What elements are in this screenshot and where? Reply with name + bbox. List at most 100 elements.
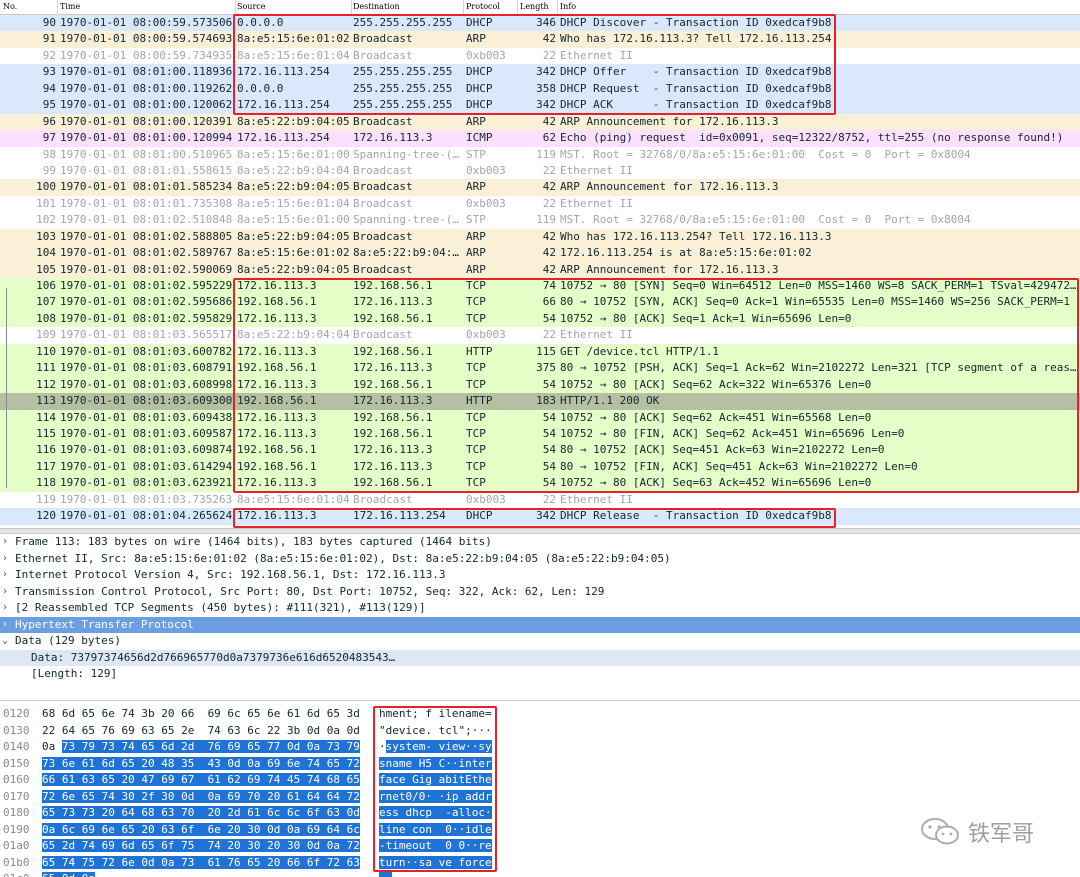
collapsed-arrow-icon[interactable]: › — [2, 600, 12, 617]
ascii-bytes[interactable]: ess dhcp -alloc· — [379, 805, 492, 822]
ascii-bytes[interactable]: -timeout 0 0··re — [379, 838, 492, 855]
col-header-time[interactable]: Time — [60, 2, 80, 11]
ascii-bytes[interactable]: "device. tcl";··· — [379, 723, 492, 740]
packet-row[interactable]: 108 1970-01-01 08:01:02.595829 172.16.113.… — [0, 310, 1080, 328]
ascii-bytes[interactable]: ·system- view··sy — [379, 739, 492, 756]
hex-bytes[interactable]: 0a 6c 69 6e 65 20 63 6f 6e 20 30 0d 0a 6… — [42, 822, 360, 839]
packet-row[interactable]: 96 1970-01-01 08:01:00.120391 8a:e5:22:b9:… — [0, 113, 1080, 131]
col-header-no[interactable]: No. — [3, 2, 17, 11]
packet-source: 8a:e5:22:b9:04:05 — [237, 180, 350, 194]
ascii-bytes[interactable]: hment; f ilename= — [379, 706, 492, 723]
packet-bytes-pane[interactable]: 0120 68 6d 65 6e 74 3b 20 66 69 6c 65 6e … — [0, 706, 1080, 877]
collapsed-arrow-icon[interactable]: › — [2, 584, 12, 601]
hex-bytes[interactable]: 22 64 65 76 69 63 65 2e 74 63 6c 22 3b 0… — [42, 723, 360, 740]
ascii-bytes[interactable]: rnet0/0· ·ip addr — [379, 789, 492, 806]
packet-row[interactable]: 106 1970-01-01 08:01:02.595229 172.16.113.… — [0, 278, 1080, 295]
hex-segment: 73 6e 61 6d 65 20 48 35 43 0d 0a 69 6e 7… — [42, 756, 360, 770]
collapsed-arrow-icon[interactable]: › — [2, 617, 12, 634]
hex-bytes[interactable]: 73 6e 61 6d 65 20 48 35 43 0d 0a 69 6e 7… — [42, 756, 360, 773]
detail-tree-item[interactable]: › Frame 113: 183 bytes on wire (1464 bits… — [0, 534, 1080, 551]
packet-destination: 172.16.113.3 — [353, 394, 433, 408]
packet-row[interactable]: 116 1970-01-01 08:01:03.609874 192.168.56.… — [0, 442, 1080, 459]
ascii-bytes[interactable]: ·· — [379, 871, 393, 877]
packet-row[interactable]: 113 1970-01-01 08:01:03.609300 192.168.56.… — [0, 393, 1080, 410]
packet-row[interactable]: 97 1970-01-01 08:01:00.120994 172.16.113.2… — [0, 130, 1080, 147]
detail-tree-item[interactable]: › Ethernet II, Src: 8a:e5:15:6e:01:02 (8a… — [0, 551, 1080, 568]
col-header-length[interactable]: Length — [520, 2, 549, 11]
packet-row[interactable]: 98 1970-01-01 08:01:00.510965 8a:e5:15:6e:… — [0, 146, 1080, 163]
packet-details-tree[interactable]: › Frame 113: 183 bytes on wire (1464 bits… — [0, 534, 1080, 690]
hex-bytes[interactable]: 65 0d 0a — [42, 871, 95, 877]
packet-row[interactable]: 93 1970-01-01 08:01:00.118936 172.16.113.2… — [0, 64, 1080, 81]
col-divider[interactable] — [57, 0, 58, 15]
hex-offset: 0190 — [3, 822, 30, 836]
detail-tree-item[interactable]: › [2 Reassembled TCP Segments (450 bytes)… — [0, 600, 1080, 617]
col-divider[interactable] — [463, 0, 464, 15]
packet-row[interactable]: 90 1970-01-01 08:00:59.573506 0.0.0.0 255.2… — [0, 15, 1080, 32]
packet-length: 22 — [542, 196, 556, 210]
packet-row[interactable]: 110 1970-01-01 08:01:03.600782 172.16.113.… — [0, 343, 1080, 361]
hex-bytes[interactable]: 65 74 75 72 6e 0d 0a 73 61 76 65 20 66 6… — [42, 855, 360, 872]
col-divider[interactable] — [557, 0, 558, 15]
ascii-segment: line con 0··idle — [379, 822, 492, 836]
packet-no: 98 — [42, 147, 56, 161]
detail-tree-item[interactable]: › Hypertext Transfer Protocol — [0, 616, 1080, 634]
collapsed-arrow-icon[interactable]: › — [2, 567, 12, 584]
packet-no: 100 — [36, 180, 56, 194]
packet-row[interactable]: 100 1970-01-01 08:01:01.585234 8a:e5:22:b9… — [0, 179, 1080, 196]
packet-row[interactable]: 103 1970-01-01 08:01:02.588805 8a:e5:22:b9… — [0, 228, 1080, 246]
packet-protocol: ARP — [466, 246, 486, 260]
packet-length: 54 — [542, 377, 556, 391]
packet-no: 119 — [36, 492, 56, 506]
col-divider[interactable] — [235, 0, 236, 15]
packet-row[interactable]: 115 1970-01-01 08:01:03.609587 172.16.113.… — [0, 425, 1080, 443]
packet-row[interactable]: 99 1970-01-01 08:01:01.558615 8a:e5:22:b9:… — [0, 162, 1080, 180]
hex-bytes[interactable]: 66 61 63 65 20 47 69 67 61 62 69 74 45 7… — [42, 772, 360, 789]
ascii-segment: turn··sa ve force — [379, 855, 492, 869]
packet-info: Who has 172.16.113.254? Tell 172.16.113.… — [560, 229, 832, 243]
col-divider[interactable] — [517, 0, 518, 15]
detail-tree-label: [2 Reassembled TCP Segments (450 bytes):… — [15, 601, 426, 614]
collapsed-arrow-icon[interactable]: › — [2, 551, 12, 568]
expanded-arrow-icon[interactable]: ⌄ — [2, 633, 12, 650]
hex-bytes[interactable]: 68 6d 65 6e 74 3b 20 66 69 6c 65 6e 61 6… — [42, 706, 360, 723]
detail-tree-item[interactable]: › Transmission Control Protocol, Src Port… — [0, 584, 1080, 601]
col-divider[interactable] — [351, 0, 352, 15]
detail-tree-item[interactable]: › Internet Protocol Version 4, Src: 192.1… — [0, 567, 1080, 584]
packet-row[interactable]: 112 1970-01-01 08:01:03.608998 172.16.113.… — [0, 376, 1080, 394]
packet-row[interactable]: 120 1970-01-01 08:01:04.265624 172.16.113.… — [0, 508, 1080, 525]
col-header-destination[interactable]: Destination — [353, 2, 400, 11]
packet-row[interactable]: 118 1970-01-01 08:01:03.623921 172.16.113.… — [0, 475, 1080, 492]
packet-row[interactable]: 101 1970-01-01 08:01:01.735308 8a:e5:15:6e… — [0, 195, 1080, 213]
packet-info: MST. Root = 32768/0/8a:e5:15:6e:01:00 Co… — [560, 213, 971, 227]
hex-bytes[interactable]: 72 6e 65 74 30 2f 30 0d 0a 69 70 20 61 6… — [42, 789, 360, 806]
packet-row[interactable]: 109 1970-01-01 08:01:03.565517 8a:e5:22:b9… — [0, 327, 1080, 344]
packet-row[interactable]: 92 1970-01-01 08:00:59.734935 8a:e5:15:6e:… — [0, 47, 1080, 65]
packet-list[interactable]: No. Time Source Destination Protocol Len… — [0, 0, 1080, 528]
hex-bytes[interactable]: 65 2d 74 69 6d 65 6f 75 74 20 30 20 30 0… — [42, 838, 360, 855]
col-header-info[interactable]: Info — [560, 2, 576, 11]
packet-row[interactable]: 94 1970-01-01 08:01:00.119262 0.0.0.0 255.2… — [0, 80, 1080, 98]
ascii-bytes[interactable]: sname H5 C··inter — [379, 756, 492, 773]
packet-row[interactable]: 95 1970-01-01 08:01:00.120062 172.16.113.2… — [0, 97, 1080, 114]
hex-bytes[interactable]: 65 73 73 20 64 68 63 70 20 2d 61 6c 6c 6… — [42, 805, 360, 822]
packet-row[interactable]: 102 1970-01-01 08:01:02.510848 8a:e5:15:6e… — [0, 212, 1080, 229]
detail-tree-item[interactable]: Data: 73797374656d2d766965770d0a7379736e… — [0, 649, 1080, 666]
packet-row[interactable]: 114 1970-01-01 08:01:03.609438 172.16.113.… — [0, 409, 1080, 426]
ascii-bytes[interactable]: turn··sa ve force — [379, 855, 492, 872]
packet-row[interactable]: 104 1970-01-01 08:01:02.589767 8a:e5:15:6e… — [0, 245, 1080, 262]
collapsed-arrow-icon[interactable]: › — [2, 534, 12, 551]
packet-row[interactable]: 111 1970-01-01 08:01:03.608791 192.168.56.… — [0, 360, 1080, 377]
packet-row[interactable]: 117 1970-01-01 08:01:03.614294 192.168.56.… — [0, 458, 1080, 476]
packet-row[interactable]: 119 1970-01-01 08:01:03.735263 8a:e5:15:6e… — [0, 491, 1080, 509]
packet-row[interactable]: 105 1970-01-01 08:01:02.590069 8a:e5:22:b9… — [0, 261, 1080, 278]
col-header-protocol[interactable]: Protocol — [466, 2, 500, 11]
packet-row[interactable]: 91 1970-01-01 08:00:59.574693 8a:e5:15:6e:… — [0, 31, 1080, 48]
detail-tree-item[interactable]: [Length: 129] — [0, 666, 1080, 683]
packet-row[interactable]: 107 1970-01-01 08:01:02.595686 192.168.56.… — [0, 294, 1080, 311]
detail-tree-item[interactable]: ⌄ Data (129 bytes) — [0, 633, 1080, 650]
col-header-source[interactable]: Source — [237, 2, 266, 11]
ascii-bytes[interactable]: line con 0··idle — [379, 822, 492, 839]
ascii-bytes[interactable]: face Gig abitEthe — [379, 772, 492, 789]
hex-bytes[interactable]: 0a 73 79 73 74 65 6d 2d 76 69 65 77 0d 0… — [42, 739, 360, 756]
